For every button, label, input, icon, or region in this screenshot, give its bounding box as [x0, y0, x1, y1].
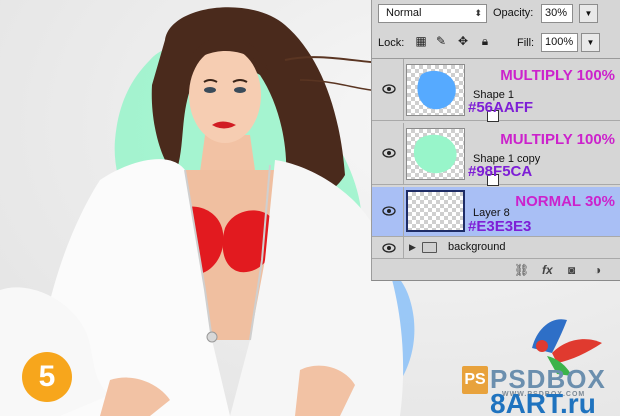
8art-text: 8ART.ru [490, 388, 596, 416]
expand-triangle-icon[interactable]: ▶ [409, 242, 416, 253]
blue-blob-thumbnail [417, 70, 456, 110]
layer-hex-annotation: #56AAFF [468, 99, 534, 116]
blend-mode-dropdown[interactable]: Normal ⬍ [378, 4, 487, 23]
eye-icon[interactable] [382, 147, 396, 159]
mint-blob-thumbnail [413, 134, 457, 174]
layer-row-shape-1-copy[interactable]: Shape 1 copy MULTIPLY 100% #98F5CA [372, 123, 620, 186]
layer-thumbnail[interactable] [406, 64, 499, 122]
step-number-badge: 5 [22, 352, 72, 402]
layer-row-layer-8[interactable]: Layer 8 NORMAL 30% #E3E3E3 [372, 187, 620, 237]
padlock-icon[interactable]: 🔒︎ [478, 34, 492, 48]
layer-mode-annotation: MULTIPLY 100% [500, 131, 615, 148]
folder-icon [422, 242, 437, 253]
fill-label: Fill: [517, 37, 535, 49]
chevron-down-icon: ▼ [586, 38, 595, 47]
opacity-slider-button[interactable]: ▼ [579, 4, 598, 23]
eye-icon[interactable] [382, 242, 396, 254]
layers-panel: Normal ⬍ Opacity: 30% ▼ Lock: ▦ ✎ ✥ 🔒︎ F… [371, 0, 620, 281]
opacity-label: Opacity: [493, 7, 534, 19]
chevron-updown-icon: ⬍ [474, 8, 482, 18]
opacity-input[interactable]: 30% [541, 4, 573, 23]
link-icon[interactable]: ⛓ [514, 263, 529, 277]
column-divider [403, 187, 404, 236]
fill-slider-button[interactable]: ▼ [581, 33, 600, 52]
brush-lock-icon[interactable]: ✎ [434, 34, 448, 48]
psdbox-badge: PS [462, 366, 488, 394]
8art-suffix: .ru [560, 388, 596, 416]
layer-mode-annotation: NORMAL 30% [515, 193, 615, 210]
move-lock-icon[interactable]: ✥ [456, 34, 470, 48]
eye-icon[interactable] [382, 83, 396, 95]
chevron-down-icon: ▼ [584, 9, 593, 18]
group-name: background [448, 241, 506, 253]
fill-input[interactable]: 100% [541, 33, 578, 52]
adjustment-icon[interactable]: ◑ [594, 263, 601, 277]
fx-icon[interactable]: fx [542, 263, 553, 277]
layers-panel-footer: ⛓ fx ◙ ◑ [372, 260, 620, 280]
checker-lock-icon[interactable]: ▦ [414, 34, 428, 48]
blend-mode-value: Normal [386, 7, 422, 19]
column-divider [403, 123, 404, 184]
layer-hex-annotation: #E3E3E3 [468, 218, 532, 235]
layer-row-shape-1[interactable]: Shape 1 MULTIPLY 100% #56AAFF [372, 59, 620, 122]
lock-label: Lock: [378, 37, 405, 49]
column-divider [403, 237, 404, 258]
watermark: PS PSDBOX WWW.PSDBOX.COM 8ART.ru [452, 300, 620, 416]
layer-hex-annotation: #98F5CA [468, 163, 533, 180]
layer-thumbnail[interactable] [406, 128, 499, 186]
layer-thumbnail[interactable] [406, 190, 465, 232]
layer-group-background[interactable]: ▶ background [372, 237, 620, 259]
mask-icon[interactable]: ◙ [568, 263, 575, 277]
column-divider [403, 59, 404, 120]
layer-mode-annotation: MULTIPLY 100% [500, 67, 615, 84]
eye-icon[interactable] [382, 205, 396, 217]
8art-main: 8ART [490, 388, 561, 416]
